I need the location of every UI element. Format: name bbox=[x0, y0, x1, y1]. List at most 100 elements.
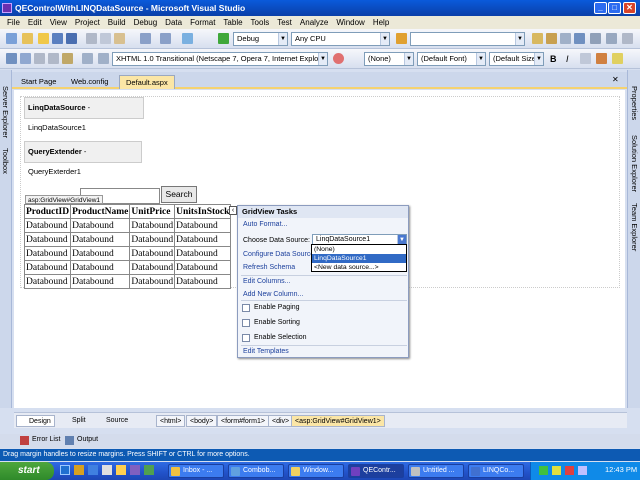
taskbar-item-untitled[interactable]: Untitled ... bbox=[408, 464, 464, 478]
font-size-select[interactable]: (Default Size) ▼ bbox=[489, 52, 544, 66]
toolbox-icon[interactable] bbox=[574, 33, 585, 44]
properties-tab[interactable]: Properties bbox=[630, 86, 639, 120]
toolbar-options-icon[interactable] bbox=[622, 33, 633, 44]
error-list-tab[interactable]: Error List bbox=[32, 436, 60, 443]
linq-data-source-control[interactable]: LinqDataSource - LinqDataSource1 bbox=[24, 97, 144, 132]
output-tab[interactable]: Output bbox=[77, 436, 98, 443]
enable-sorting-checkbox[interactable] bbox=[242, 319, 250, 327]
start-debugging-icon[interactable] bbox=[218, 33, 229, 44]
font-name-select[interactable]: (Default Font) ▼ bbox=[417, 52, 486, 66]
menu-view[interactable]: View bbox=[46, 16, 71, 29]
command-window-icon[interactable] bbox=[606, 33, 617, 44]
menu-test[interactable]: Test bbox=[273, 16, 296, 29]
menu-data[interactable]: Data bbox=[161, 16, 186, 29]
menu-analyze[interactable]: Analyze bbox=[296, 16, 332, 29]
maximize-button[interactable]: □ bbox=[608, 2, 621, 14]
tag-div[interactable]: <div> bbox=[268, 415, 294, 427]
menu-tools[interactable]: Tools bbox=[247, 16, 274, 29]
quick-launch-icon[interactable] bbox=[74, 465, 84, 475]
tray-icon[interactable] bbox=[552, 466, 561, 475]
quick-launch-icon[interactable] bbox=[60, 465, 70, 475]
format-document-icon[interactable] bbox=[82, 53, 93, 64]
cut-icon[interactable] bbox=[86, 33, 97, 44]
toolbox-tab[interactable]: Toolbox bbox=[1, 148, 10, 174]
menu-debug[interactable]: Debug bbox=[130, 16, 162, 29]
new-project-icon[interactable] bbox=[6, 33, 17, 44]
block-format-select[interactable]: (None) ▼ bbox=[364, 52, 414, 66]
bold-button[interactable]: B bbox=[550, 54, 557, 64]
quick-launch-icon[interactable] bbox=[116, 465, 126, 475]
query-extender-control[interactable]: QueryExtender - QueryExterder1 bbox=[24, 141, 142, 176]
redo-icon[interactable] bbox=[160, 33, 171, 44]
menu-help[interactable]: Help bbox=[369, 16, 393, 29]
split-view-button[interactable]: Split bbox=[60, 415, 89, 427]
fore-color-icon[interactable] bbox=[596, 53, 607, 64]
menu-format[interactable]: Format bbox=[186, 16, 219, 29]
comment-icon[interactable] bbox=[34, 53, 45, 64]
menu-edit[interactable]: Edit bbox=[24, 16, 46, 29]
menu-build[interactable]: Build bbox=[104, 16, 130, 29]
configure-data-source-link[interactable]: Configure Data Source... bbox=[243, 251, 320, 258]
doctype-select[interactable]: XHTML 1.0 Transitional (Netscape 7, Oper… bbox=[112, 52, 328, 66]
bookmark-icon[interactable] bbox=[62, 53, 73, 64]
underline-icon[interactable] bbox=[580, 53, 591, 64]
save-all-icon[interactable] bbox=[66, 33, 77, 44]
align-icon[interactable] bbox=[6, 53, 17, 64]
start-page-icon[interactable] bbox=[590, 33, 601, 44]
menu-window[interactable]: Window bbox=[332, 16, 368, 29]
auto-format-link[interactable]: Auto Format... bbox=[243, 221, 287, 228]
tag-form[interactable]: <form#form1> bbox=[217, 415, 269, 427]
minimize-button[interactable]: _ bbox=[594, 2, 607, 14]
enable-paging-checkbox[interactable] bbox=[242, 304, 250, 312]
taskbar-item-linqco[interactable]: LINQCo... bbox=[468, 464, 524, 478]
refresh-schema-link[interactable]: Refresh Schema bbox=[243, 264, 295, 271]
find-in-files-icon[interactable] bbox=[396, 33, 407, 44]
design-view-button[interactable]: Design bbox=[16, 415, 55, 427]
tab-default-aspx[interactable]: Default.aspx bbox=[119, 75, 175, 89]
tab-start-page[interactable]: Start Page bbox=[15, 75, 62, 89]
tray-icon[interactable] bbox=[565, 466, 574, 475]
taskbar-item-inbox[interactable]: Inbox - ... bbox=[168, 464, 224, 478]
team-explorer-tab[interactable]: Team Explorer bbox=[630, 203, 639, 251]
platform-select[interactable]: Any CPU ▼ bbox=[291, 32, 390, 46]
edit-columns-link[interactable]: Edit Columns... bbox=[243, 278, 290, 285]
italic-button[interactable]: I bbox=[566, 54, 569, 64]
taskbar-item-window[interactable]: Window... bbox=[288, 464, 344, 478]
indent-icon[interactable] bbox=[20, 53, 31, 64]
menu-table[interactable]: Table bbox=[219, 16, 246, 29]
add-item-icon[interactable] bbox=[22, 33, 33, 44]
gridview-table[interactable]: ProductID ProductName UnitPrice UnitsInS… bbox=[23, 204, 232, 289]
smart-tag-icon[interactable]: ‹ bbox=[229, 206, 237, 215]
dropdown-option-linqdatasource1[interactable]: LinqDataSource1 bbox=[312, 254, 406, 263]
quick-launch-icon[interactable] bbox=[144, 465, 154, 475]
tag-html[interactable]: <html> bbox=[156, 415, 186, 427]
search-button[interactable]: Search bbox=[161, 186, 197, 203]
dropdown-option-none[interactable]: (None) bbox=[312, 245, 406, 254]
tray-icon[interactable] bbox=[539, 466, 548, 475]
server-explorer-tab[interactable]: Server Explorer bbox=[1, 86, 10, 138]
taskbar-item-combobox[interactable]: Combob... bbox=[228, 464, 284, 478]
tag-gridview[interactable]: <asp:GridView#GridView1> bbox=[291, 415, 385, 427]
solution-configuration-select[interactable]: Debug ▼ bbox=[233, 32, 288, 46]
quick-launch-icon[interactable] bbox=[102, 465, 112, 475]
menu-project[interactable]: Project bbox=[71, 16, 104, 29]
tab-web-config[interactable]: Web.config bbox=[65, 75, 114, 89]
add-new-column-link[interactable]: Add New Column... bbox=[243, 291, 303, 298]
tag-navigator-icon[interactable] bbox=[98, 53, 109, 64]
dropdown-option-new-data-source[interactable]: <New data source...> bbox=[312, 263, 406, 272]
open-file-icon[interactable] bbox=[38, 33, 49, 44]
navigate-back-icon[interactable] bbox=[182, 33, 193, 44]
quick-launch-icon[interactable] bbox=[130, 465, 140, 475]
enable-selection-checkbox[interactable] bbox=[242, 334, 250, 342]
find-combo[interactable]: ▼ bbox=[410, 32, 525, 46]
taskbar-item-qecontrol[interactable]: QEContr... bbox=[348, 464, 404, 478]
edit-templates-link[interactable]: Edit Templates bbox=[243, 348, 289, 355]
back-color-icon[interactable] bbox=[612, 53, 623, 64]
menu-file[interactable]: File bbox=[3, 16, 24, 29]
solution-explorer-icon[interactable] bbox=[532, 33, 543, 44]
tag-body[interactable]: <body> bbox=[186, 415, 218, 427]
start-button[interactable]: start bbox=[0, 462, 54, 480]
solution-explorer-tab[interactable]: Solution Explorer bbox=[630, 135, 639, 192]
validation-icon[interactable] bbox=[333, 53, 344, 64]
properties-icon[interactable] bbox=[546, 33, 557, 44]
